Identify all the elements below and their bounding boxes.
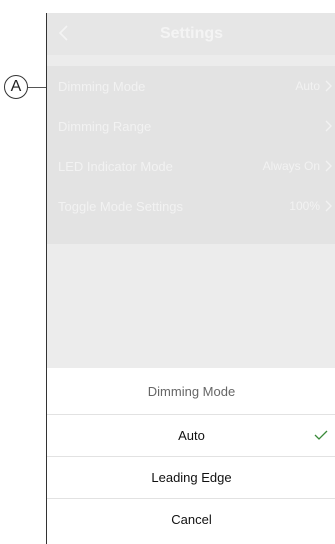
phone-screen: Settings Dimming Mode Auto Dimming Range… [46,13,335,544]
option-leading-edge[interactable]: Leading Edge [47,457,335,499]
option-label: Auto [178,428,205,443]
callout-leader-line [28,87,48,88]
callout-marker: A [4,75,28,99]
cancel-label: Cancel [171,512,212,527]
option-label: Leading Edge [151,470,232,485]
cancel-button[interactable]: Cancel [47,499,335,540]
action-sheet: Dimming Mode Auto Leading Edge Cancel [47,368,335,544]
callout-label: A [10,78,22,95]
checkmark-icon [314,430,328,440]
option-auto[interactable]: Auto [47,415,335,457]
action-sheet-title: Dimming Mode [47,368,335,415]
